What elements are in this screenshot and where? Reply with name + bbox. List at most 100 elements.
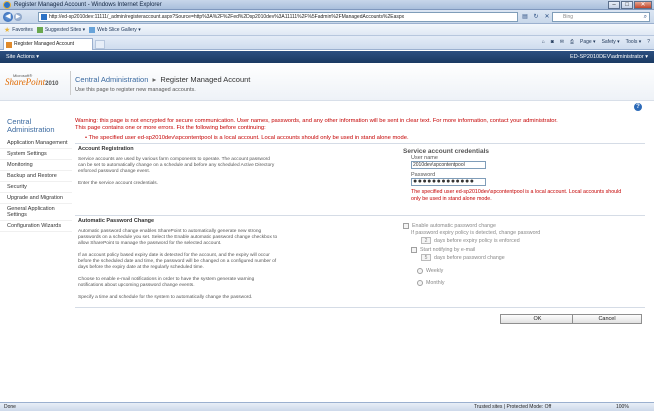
site-actions-menu[interactable]: Site Actions ▾: [6, 54, 39, 60]
ql-item-general-application-settings[interactable]: General Application Settings: [0, 204, 72, 221]
logo-name: SharePoint: [5, 77, 46, 87]
account-registration-section: Account Registration Service accounts ar…: [75, 143, 645, 215]
ok-button[interactable]: OK: [500, 314, 575, 324]
days-before-change-label: days before password change: [434, 254, 505, 261]
address-input[interactable]: http://ed-sp2010dev:11111/_admin/registe…: [38, 12, 518, 22]
notify-email-label: Start notifying by e-mail: [420, 246, 476, 253]
favorites-bar: ★ Favorites Suggested Sites ▾ Web Slice …: [0, 24, 654, 36]
user-name-input[interactable]: 2010dev\spcontentpool: [411, 161, 486, 169]
address-text: http://ed-sp2010dev:11111/_admin/registe…: [49, 14, 405, 20]
days-before-expiry-input[interactable]: 2: [421, 237, 431, 244]
days-before-expiry-row: 2 days before expiry policy is enforced: [421, 237, 643, 244]
new-tab-button[interactable]: [95, 40, 105, 49]
status-text: Done: [4, 404, 16, 410]
suggested-sites-link[interactable]: Suggested Sites ▾: [36, 26, 85, 33]
safety-menu[interactable]: Safety ▾: [602, 39, 620, 45]
help-icon[interactable]: ?: [634, 103, 642, 111]
feeds-icon[interactable]: ◙: [551, 39, 554, 45]
days-before-change-input[interactable]: 5: [421, 254, 431, 261]
status-bar: Done Trusted sites | Protected Mode: Off…: [0, 402, 654, 411]
zoom-level[interactable]: 100%: [616, 403, 629, 411]
page-title: Register Managed Account: [160, 75, 251, 84]
address-bar-row: ◀ ▶ http://ed-sp2010dev:11111/_admin/reg…: [0, 10, 654, 24]
ie-logo-icon: [3, 1, 11, 9]
enable-auto-change-label: Enable automatic password change: [412, 222, 496, 229]
password-change-section: Automatic Password Change Automatic pass…: [75, 215, 645, 307]
compatibility-icon[interactable]: ▤: [520, 12, 530, 22]
password-change-right: Enable automatic password change If pass…: [403, 222, 643, 286]
ql-item-application-management[interactable]: Application Management: [0, 138, 72, 149]
enable-auto-change-checkbox[interactable]: [403, 222, 409, 229]
ql-item-upgrade-and-migration[interactable]: Upgrade and Migration: [0, 193, 72, 204]
breadcrumb: Central Administration ▸ Register Manage…: [75, 75, 250, 84]
notify-email-row: Start notifying by e-mail: [411, 246, 643, 253]
weekly-label: Weekly: [426, 267, 444, 274]
page-description: Use this page to register new managed ac…: [75, 87, 196, 93]
window-title: Register Managed Account - Windows Inter…: [14, 1, 162, 8]
weekly-radio[interactable]: [417, 267, 423, 274]
ql-header-central-administration[interactable]: Central Administration: [0, 112, 72, 138]
account-registration-desc: Service accounts are used by various far…: [78, 157, 275, 174]
cancel-button[interactable]: Cancel: [572, 314, 642, 324]
maximize-button[interactable]: □: [621, 1, 633, 9]
sp-title-area: Microsoft® SharePoint2010 Central Admini…: [0, 63, 654, 101]
breadcrumb-separator: ▸: [152, 75, 157, 84]
star-icon: ★: [4, 26, 11, 34]
search-placeholder: Bing: [563, 14, 574, 20]
ql-item-backup-and-restore[interactable]: Backup and Restore: [0, 171, 72, 182]
sharepoint-logo: Microsoft® SharePoint2010: [5, 73, 59, 87]
forward-arrow-icon[interactable]: ▶: [14, 13, 22, 21]
command-bar: ⌂ ◙ ✉ ⎙ Page ▾ Safety ▾ Tools ▾ ?: [542, 39, 650, 45]
account-registration-instruction: Enter the service account credentials.: [78, 181, 158, 186]
web-slice-icon: [89, 26, 96, 33]
security-warning: Warning: this page is not encrypted for …: [75, 118, 558, 124]
mail-icon[interactable]: ✉: [560, 39, 564, 45]
user-error-message: The specified user ed-sp2010dev\spconten…: [411, 189, 622, 202]
search-input[interactable]: Bing ⌕: [552, 12, 650, 22]
security-zone[interactable]: Trusted sites | Protected Mode: Off: [474, 403, 551, 411]
help-menu[interactable]: ?: [647, 39, 650, 45]
favorites-button[interactable]: ★ Favorites: [4, 26, 33, 34]
ql-item-configuration-wizards[interactable]: Configuration Wizards: [0, 221, 72, 232]
quick-launch: Central Administration Application Manag…: [0, 112, 72, 404]
refresh-icon[interactable]: ↻: [531, 12, 541, 22]
password-change-desc-3: Choose to enable e-mail notifications in…: [78, 277, 255, 288]
account-registration-left: Account Registration Service accounts ar…: [78, 146, 278, 193]
account-registration-right: Service account credentials User name 20…: [403, 148, 643, 202]
back-arrow-icon[interactable]: ◀: [3, 12, 13, 22]
error-item: The specified user ed-sp2010dev\spconten…: [88, 135, 409, 141]
days-before-expiry-label: days before expiry policy is enforced: [434, 237, 520, 244]
ql-item-monitoring[interactable]: Monitoring: [0, 160, 72, 171]
search-icon[interactable]: ⌕: [644, 13, 647, 21]
tab-register-managed-account[interactable]: Register Managed Account: [3, 38, 93, 50]
credentials-heading: Service account credentials: [403, 148, 489, 155]
page-menu[interactable]: Page ▾: [580, 39, 596, 45]
notify-email-checkbox[interactable]: [411, 246, 417, 253]
user-menu[interactable]: ED-SP2010DEV\administrator ▾: [570, 54, 648, 60]
password-change-desc-4: Specify a time and schedule for the syst…: [78, 295, 253, 300]
home-icon[interactable]: ⌂: [542, 39, 545, 45]
suggested-sites-icon: [36, 26, 43, 33]
window-controls: – □ ✕: [608, 1, 652, 9]
breadcrumb-root-link[interactable]: Central Administration: [75, 75, 148, 84]
account-registration-title: Account Registration: [78, 146, 134, 152]
monthly-radio[interactable]: [417, 279, 423, 286]
minimize-button[interactable]: –: [608, 1, 620, 9]
password-input[interactable]: ●●●●●●●●●●●●●: [411, 178, 486, 186]
page-favicon-icon: [41, 14, 47, 20]
monthly-label: Monthly: [426, 279, 445, 286]
close-button[interactable]: ✕: [634, 1, 652, 9]
ql-item-security[interactable]: Security: [0, 182, 72, 193]
logo-year: 2010: [45, 81, 59, 87]
password-change-desc-1: Automatic password change enables ShareP…: [78, 229, 278, 246]
password-change-title: Automatic Password Change: [78, 218, 155, 224]
title-divider: [70, 71, 71, 95]
ql-item-system-settings[interactable]: System Settings: [0, 149, 72, 160]
print-icon[interactable]: ⎙: [570, 39, 574, 45]
password-change-left: Automatic Password Change Automatic pass…: [78, 218, 278, 307]
stop-icon[interactable]: ✕: [542, 12, 552, 22]
password-change-desc-2: If an account policy based expiry date i…: [78, 253, 277, 270]
web-slice-gallery-link[interactable]: Web Slice Gallery ▾: [89, 26, 141, 33]
error-list: • The specified user ed-sp2010dev\spcont…: [85, 135, 409, 141]
tools-menu[interactable]: Tools ▾: [626, 39, 642, 45]
